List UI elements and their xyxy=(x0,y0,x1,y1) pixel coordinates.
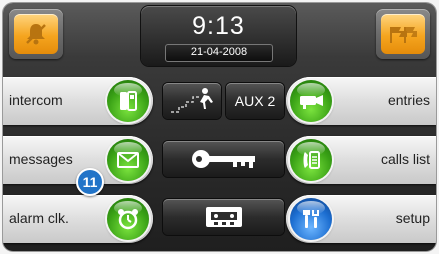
aux2-button[interactable]: AUX 2 xyxy=(226,83,284,119)
stairs-light-icon xyxy=(171,88,213,113)
clock-date: 21-04-2008 xyxy=(190,46,248,58)
calls-list-label: calls list xyxy=(380,151,430,167)
mute-button[interactable] xyxy=(14,14,58,54)
messages-orb xyxy=(107,139,149,181)
setup-orb xyxy=(290,198,332,240)
clock-time: 9:13 xyxy=(192,12,245,40)
home-screen: 9:13 21-04-2008 intercom messages alarm … xyxy=(3,3,436,251)
door-key-button[interactable] xyxy=(163,141,284,177)
entries-orb xyxy=(290,80,332,122)
alarm-clock-icon xyxy=(118,209,138,230)
entries-button[interactable]: entries xyxy=(286,77,436,125)
setup-label: setup xyxy=(395,210,430,226)
calls-list-orb xyxy=(290,139,332,181)
calls-list-button[interactable]: calls list xyxy=(286,136,436,184)
callout-badge: 11 xyxy=(76,168,104,196)
top-right-tile xyxy=(376,9,430,59)
bell-muted-icon xyxy=(26,24,46,45)
tools-icon xyxy=(303,210,319,228)
top-left-tile xyxy=(9,9,63,59)
clock-display: 9:13 21-04-2008 xyxy=(141,6,296,66)
intercom-handset-icon xyxy=(120,91,137,111)
intercom-label: intercom xyxy=(9,92,63,108)
phone-list-icon xyxy=(303,151,320,169)
key-icon xyxy=(191,150,255,168)
messages-label: messages xyxy=(9,151,73,167)
flags-icon xyxy=(390,27,417,43)
clock-date-box: 21-04-2008 xyxy=(165,44,273,62)
stairs-light-button[interactable] xyxy=(163,83,221,119)
cassette-icon xyxy=(205,207,242,227)
setup-button[interactable]: setup xyxy=(286,195,436,243)
camera-icon xyxy=(300,95,323,109)
flags-button[interactable] xyxy=(381,14,425,54)
intercom-orb xyxy=(107,80,149,122)
envelope-icon xyxy=(117,152,139,168)
recorder-button[interactable] xyxy=(163,199,284,235)
aux2-label: AUX 2 xyxy=(234,93,276,109)
alarm-clock-orb xyxy=(107,198,149,240)
alarm-clock-button[interactable]: alarm clk. xyxy=(3,195,153,243)
intercom-button[interactable]: intercom xyxy=(3,77,153,125)
alarm-clock-label: alarm clk. xyxy=(9,210,69,226)
entries-label: entries xyxy=(387,92,430,108)
